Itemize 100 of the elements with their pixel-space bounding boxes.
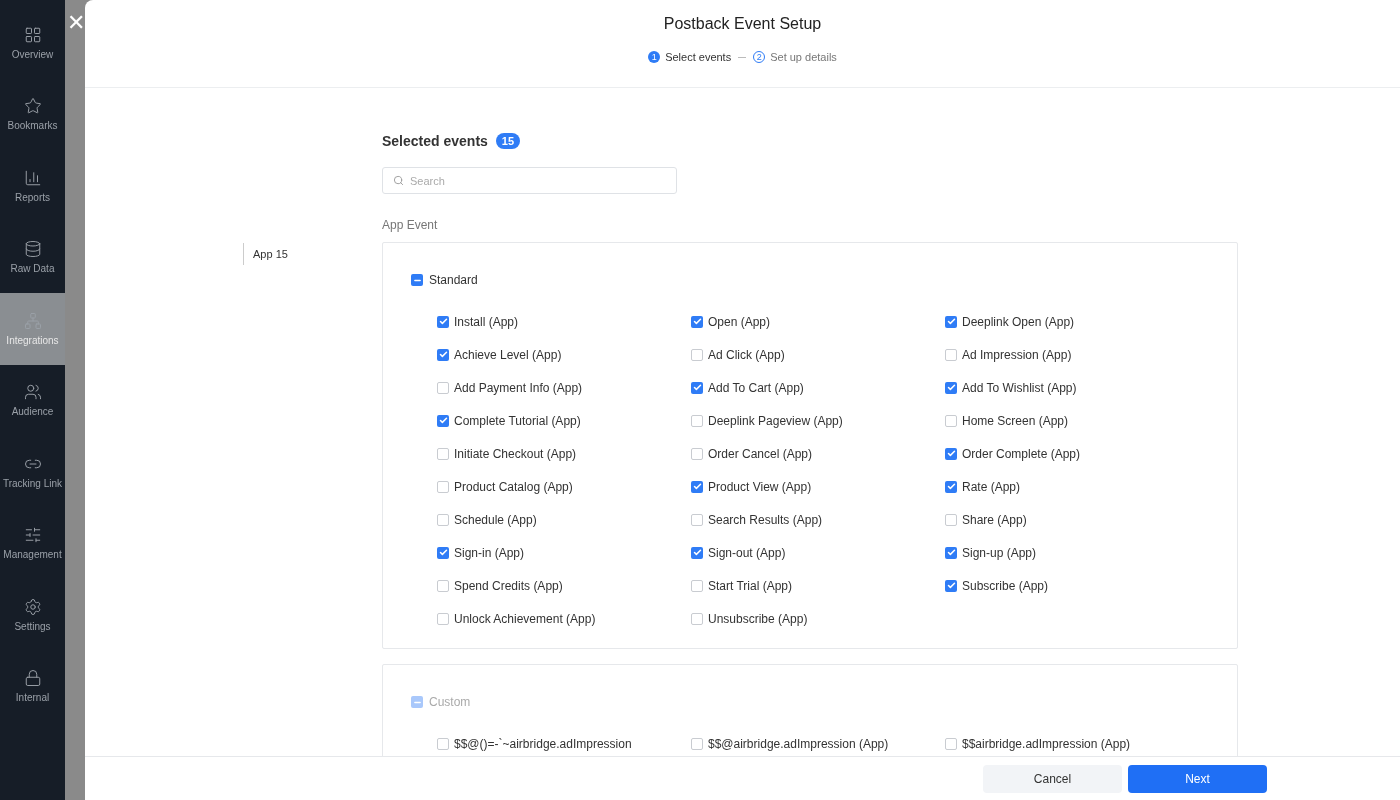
side-nav-item[interactable]: App 15: [243, 243, 297, 265]
event-label: Schedule (App): [454, 512, 537, 527]
check-icon: [946, 383, 956, 392]
event-checkbox[interactable]: [437, 315, 449, 328]
event-label: Deeplink Pageview (App): [708, 413, 843, 428]
group-checkbox[interactable]: [411, 274, 423, 286]
check-icon: [946, 449, 956, 458]
step-label: Set up details: [770, 51, 837, 63]
event-checkbox[interactable]: [691, 447, 703, 460]
event-label: Add To Cart (App): [708, 380, 804, 395]
event-checkbox[interactable]: [691, 546, 703, 559]
event-label: Add Payment Info (App): [454, 380, 583, 395]
event-checkbox[interactable]: [945, 513, 957, 526]
event-label: Home Screen (App): [962, 413, 1069, 428]
check-icon: [438, 416, 448, 425]
sidebar-item[interactable]: Reports: [0, 150, 65, 222]
event-label: Ad Impression (App): [962, 347, 1072, 362]
check-icon: [692, 317, 702, 326]
event-label: $$@()=-`~airbridge.adImpression: [454, 736, 632, 751]
users-icon: [23, 383, 42, 402]
sidebar-item[interactable]: Tracking Link: [0, 436, 65, 508]
sidebar-item[interactable]: Settings: [0, 579, 65, 651]
event-checkbox[interactable]: [945, 315, 957, 328]
event-label: Open (App): [708, 314, 771, 329]
event-checkbox[interactable]: [945, 579, 957, 592]
event-checkbox[interactable]: [691, 381, 703, 394]
event-checkbox[interactable]: [945, 414, 957, 427]
event-checkbox[interactable]: [691, 480, 703, 493]
event-checkbox[interactable]: [437, 480, 449, 493]
cancel-button[interactable]: Cancel: [983, 764, 1122, 793]
event-label: Ad Click (App): [708, 347, 785, 362]
check-icon: [946, 482, 956, 491]
check-icon: [438, 548, 448, 557]
sidebar-item[interactable]: Internal: [0, 650, 65, 722]
event-label: Unlock Achievement (App): [454, 611, 596, 626]
event-checkbox[interactable]: [691, 513, 703, 526]
event-label: Order Complete (App): [962, 446, 1081, 461]
sidebar-item[interactable]: Overview: [0, 7, 65, 79]
star-icon: [23, 97, 42, 116]
count-badge: 15: [495, 133, 521, 149]
next-button[interactable]: Next: [1128, 764, 1267, 793]
event-checkbox[interactable]: [437, 414, 449, 427]
event-label: Order Cancel (App): [708, 446, 813, 461]
event-label: Sign-in (App): [454, 545, 525, 560]
event-checkbox[interactable]: [437, 381, 449, 394]
event-checkbox[interactable]: [945, 480, 957, 493]
group-label: Custom: [429, 695, 471, 709]
event-label: Achieve Level (App): [454, 347, 562, 362]
event-label: Share (App): [962, 512, 1027, 527]
event-label: Start Trial (App): [708, 578, 793, 593]
search-icon: [393, 175, 404, 186]
sidebar-item[interactable]: Management: [0, 507, 65, 579]
sidebar-item[interactable]: Raw Data: [0, 221, 65, 293]
close-button[interactable]: ✕: [67, 10, 85, 36]
event-checkbox[interactable]: [691, 315, 703, 328]
check-icon: [692, 383, 702, 392]
event-label: Subscribe (App): [962, 578, 1049, 593]
event-checkbox[interactable]: [691, 612, 703, 625]
event-label: Unsubscribe (App): [708, 611, 808, 626]
event-checkbox[interactable]: [691, 579, 703, 592]
sidebar-item[interactable]: Audience: [0, 364, 65, 436]
check-icon: [692, 548, 702, 557]
database-icon: [23, 240, 42, 259]
section-label: App Event: [382, 218, 439, 232]
event-checkbox[interactable]: [691, 414, 703, 427]
event-label: $$airbridge.adImpression (App): [962, 736, 1131, 751]
event-checkbox[interactable]: [437, 546, 449, 559]
event-checkbox[interactable]: [945, 447, 957, 460]
settings-icon: [23, 597, 42, 616]
step-number: 1: [648, 51, 661, 63]
event-label: Initiate Checkout (App): [454, 446, 577, 461]
event-checkbox[interactable]: [945, 348, 957, 361]
event-label: Sign-out (App): [708, 545, 786, 560]
modal-title: Postback Event Setup: [663, 15, 822, 33]
event-checkbox[interactable]: [437, 348, 449, 361]
event-checkbox[interactable]: [437, 579, 449, 592]
event-label: Complete Tutorial (App): [454, 413, 581, 428]
grid-icon: [23, 25, 42, 44]
event-checkbox[interactable]: [945, 381, 957, 394]
event-checkbox[interactable]: [945, 546, 957, 559]
event-checkbox[interactable]: [437, 612, 449, 625]
check-icon: [946, 317, 956, 326]
event-label: Install (App): [454, 314, 519, 329]
sidebar-item[interactable]: Bookmarks: [0, 78, 65, 150]
event-checkbox[interactable]: [437, 513, 449, 526]
search-field[interactable]: Search: [382, 167, 677, 194]
event-label: Add To Wishlist (App): [962, 380, 1077, 395]
check-icon: [438, 350, 448, 359]
check-icon: [692, 482, 702, 491]
event-label: Sign-up (App): [962, 545, 1037, 560]
check-icon: [946, 581, 956, 590]
check-icon: [946, 548, 956, 557]
event-label: Spend Credits (App): [454, 578, 563, 593]
event-checkbox[interactable]: [691, 348, 703, 361]
group-label: Standard: [429, 273, 478, 287]
section-heading: Selected events: [382, 133, 488, 149]
event-label: Deeplink Open (App): [962, 314, 1075, 329]
event-checkbox[interactable]: [437, 447, 449, 460]
event-label: Product View (App): [708, 479, 812, 494]
event-label: Rate (App): [962, 479, 1021, 494]
